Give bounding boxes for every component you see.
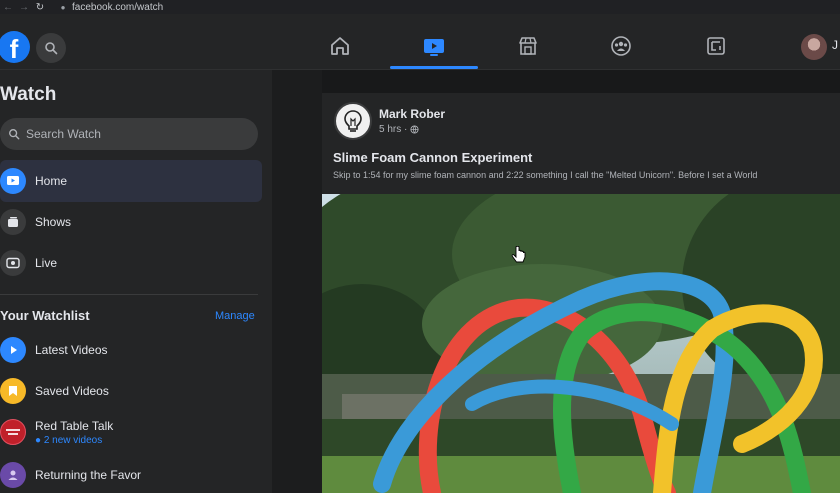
watchlist-item-label: Saved Videos [35,384,109,398]
reload-icon[interactable]: ↻ [32,2,48,13]
sidebar-item-shows[interactable]: Shows [0,201,262,243]
video-frame [322,194,840,493]
sidebar-item-label: Live [35,256,58,270]
page-title: Watch [0,84,57,105]
live-icon [0,250,26,276]
watchlist-item-label: Returning the Favor [35,468,142,482]
sidebar-item-live[interactable]: Live [0,242,262,284]
nav-watch-button[interactable] [422,34,446,58]
avatar[interactable] [801,34,827,60]
back-icon[interactable]: ← [0,2,16,13]
search-button[interactable] [36,33,66,63]
new-videos-count: ● 2 new videos [35,434,103,446]
top-navigation: f J [0,24,840,70]
nav-marketplace-button[interactable] [516,34,540,58]
play-icon [0,337,26,363]
sidebar-item-label: Home [35,174,68,188]
watchlist-item-label: Red Table Talk [35,418,114,433]
marketplace-icon [519,37,537,55]
video-player[interactable] [322,194,840,493]
author-avatar[interactable] [334,102,372,140]
avatar [0,419,26,445]
browser-address-bar: ← → ↻ ● facebook.com/watch [0,0,840,14]
nav-home-button[interactable] [328,34,352,58]
divider [0,294,258,295]
watchlist-item-label: Latest Videos [35,343,108,357]
avatar [0,462,26,488]
search-icon [9,129,20,140]
watchlist-item-saved-videos[interactable]: Saved Videos [0,371,262,411]
groups-icon [611,36,631,56]
home-icon [331,37,349,55]
watchlist-item-red-table-talk[interactable]: Red Table Talk ● 2 new videos [0,412,262,452]
forward-icon[interactable]: → [16,2,32,13]
post-description: Skip to 1:54 for my slime foam cannon an… [333,170,758,180]
gaming-icon [707,37,725,55]
url-text[interactable]: facebook.com/watch [72,2,163,13]
nav-gaming-button[interactable] [704,34,728,58]
globe-icon [410,125,419,134]
play-icon [0,168,26,194]
post-title: Slime Foam Cannon Experiment [333,150,533,165]
active-tab-indicator [390,66,478,69]
watch-icon [424,39,444,56]
post-timestamp[interactable]: 5 hrs · [379,124,419,135]
post-author[interactable]: Mark Rober [379,107,445,121]
nav-groups-button[interactable] [609,34,633,58]
watchlist-item-latest-videos[interactable]: Latest Videos [0,330,262,370]
bookmark-icon [0,378,26,404]
watchlist-item-returning-the-favor[interactable]: Returning the Favor [0,455,262,493]
video-post: Mark Rober 5 hrs · Slime Foam Cannon Exp… [322,93,840,493]
search-icon [45,42,58,55]
lock-icon: ● [60,2,66,12]
lightbulb-icon [344,110,362,132]
facebook-logo[interactable]: f [0,31,30,63]
search-watch-field[interactable] [0,118,258,150]
left-sidebar: Watch Home Shows Live Your Watchlist Man… [0,70,272,493]
manage-link[interactable]: Manage [215,310,255,322]
sidebar-item-label: Shows [35,215,72,229]
profile-name[interactable]: J [832,38,838,52]
watchlist-title: Your Watchlist [0,308,90,323]
hand-cursor-icon [511,246,526,263]
sidebar-item-home[interactable]: Home [0,160,262,202]
shows-icon [0,209,26,235]
search-input[interactable] [26,127,226,141]
